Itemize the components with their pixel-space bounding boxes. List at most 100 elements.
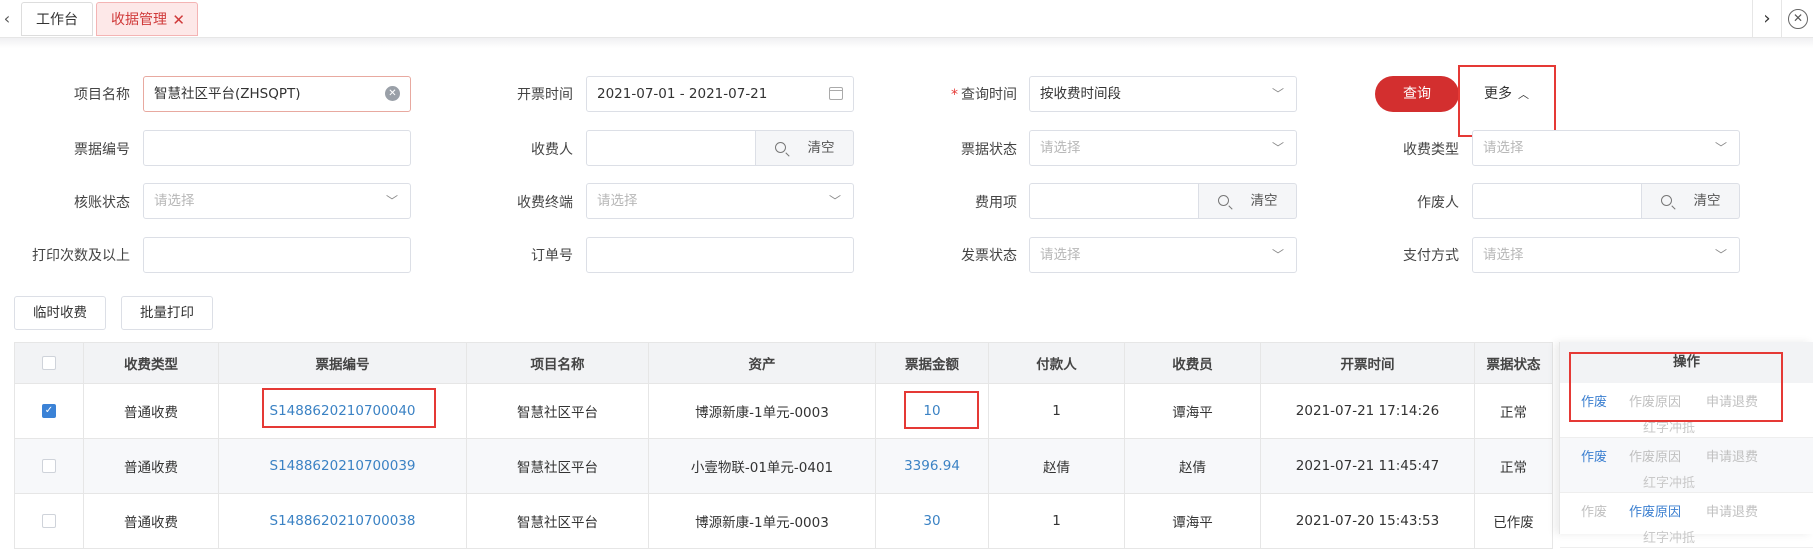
batch-print-button[interactable]: 批量打印 bbox=[121, 296, 213, 330]
cell-payer: 1 bbox=[988, 383, 1125, 439]
invoice-status-select[interactable]: 请选择 ﹀ bbox=[1029, 237, 1297, 273]
chevron-right-icon[interactable]: › bbox=[1752, 0, 1782, 38]
reconcile-select[interactable]: 请选择 ﹀ bbox=[143, 183, 411, 219]
row-select-cell[interactable] bbox=[14, 438, 84, 494]
void-link[interactable]: 作废 bbox=[1581, 446, 1607, 465]
highlight-box-amount bbox=[904, 391, 979, 429]
col-header: 收费员 bbox=[1124, 342, 1261, 384]
highlight-box-ops bbox=[1569, 352, 1783, 422]
tab-receipt-management[interactable]: 收据管理 ✕ bbox=[96, 2, 198, 36]
clear-label: 清空 bbox=[807, 140, 835, 156]
fee-item-input[interactable] bbox=[1029, 183, 1199, 219]
placeholder-text: 请选择 bbox=[1040, 247, 1081, 263]
tab-label: 收据管理 bbox=[111, 12, 167, 28]
cell-cashier: 赵倩 bbox=[1124, 438, 1261, 494]
chevron-left-icon[interactable]: ‹ bbox=[0, 8, 14, 30]
query-button[interactable]: 查询 bbox=[1375, 76, 1459, 112]
cell-status: 正常 bbox=[1474, 438, 1553, 494]
query-time-label: * 查询时间 bbox=[951, 87, 1017, 103]
select-all-cell[interactable] bbox=[14, 342, 84, 384]
highlight-box-receipt-no bbox=[262, 388, 436, 428]
print-count-label: 打印次数及以上 bbox=[32, 248, 130, 264]
table-header-row: 收费类型 票据编号 项目名称 资产 票据金额 付款人 收费员 开票时间 票据状态 bbox=[14, 342, 1553, 384]
receipt-no-link[interactable]: S1488620210700038 bbox=[218, 493, 467, 549]
void-reason-link: 作废原因 bbox=[1629, 450, 1682, 465]
cell-type: 普通收费 bbox=[83, 383, 219, 439]
query-time-value: 按收费时间段 bbox=[1040, 86, 1121, 102]
temp-charge-button[interactable]: 临时收费 bbox=[14, 296, 106, 330]
invoice-date-range[interactable]: 2021-07-01 - 2021-07-21 bbox=[586, 76, 854, 112]
col-header: 资产 bbox=[648, 342, 876, 384]
search-icon bbox=[1660, 195, 1672, 206]
close-circle-icon[interactable]: ✕ bbox=[1788, 9, 1808, 29]
search-icon bbox=[1217, 195, 1229, 206]
ops-row: 作废 作废原因 申请退费 红字冲抵 bbox=[1560, 438, 1813, 493]
invoice-time-label: 开票时间 bbox=[517, 87, 573, 103]
row-checkbox[interactable] bbox=[42, 514, 56, 528]
col-header: 项目名称 bbox=[466, 342, 649, 384]
query-time-select[interactable]: 按收费时间段 ﹀ bbox=[1029, 76, 1297, 112]
close-icon[interactable]: ✕ bbox=[172, 3, 185, 37]
receipt-no-input[interactable] bbox=[143, 130, 411, 166]
chevron-down-icon: ﹀ bbox=[385, 194, 398, 208]
row-checkbox[interactable] bbox=[42, 459, 56, 473]
order-no-label: 订单号 bbox=[531, 248, 573, 264]
pay-method-select[interactable]: 请选择 ﹀ bbox=[1472, 237, 1740, 273]
terminal-select[interactable]: 请选择 ﹀ bbox=[586, 183, 854, 219]
terminal-label: 收费终端 bbox=[517, 195, 573, 211]
voider-input[interactable] bbox=[1472, 183, 1642, 219]
placeholder-text: 请选择 bbox=[597, 193, 638, 209]
fee-type-select[interactable]: 请选择 ﹀ bbox=[1472, 130, 1740, 166]
fee-type-label: 收费类型 bbox=[1403, 142, 1459, 158]
select-all-checkbox[interactable] bbox=[42, 356, 56, 370]
red-offset-link: 红字冲抵 bbox=[1643, 476, 1696, 491]
amount-link[interactable]: 3396.94 bbox=[875, 438, 989, 494]
col-header: 付款人 bbox=[988, 342, 1125, 384]
col-header: 票据编号 bbox=[218, 342, 467, 384]
col-header: 开票时间 bbox=[1260, 342, 1475, 384]
chevron-down-icon: ﹀ bbox=[828, 194, 841, 208]
pay-method-label: 支付方式 bbox=[1403, 248, 1459, 264]
voider-search-button[interactable]: 清空 bbox=[1642, 183, 1740, 219]
cell-project: 智慧社区平台 bbox=[466, 493, 649, 549]
order-no-input[interactable] bbox=[586, 237, 854, 273]
cell-asset: 博源新康-1单元-0003 bbox=[648, 493, 876, 549]
row-select-cell[interactable] bbox=[14, 493, 84, 549]
col-header: 票据金额 bbox=[875, 342, 989, 384]
date-range-value: 2021-07-01 - 2021-07-21 bbox=[597, 86, 768, 102]
divider bbox=[0, 38, 1813, 48]
cell-asset: 博源新康-1单元-0003 bbox=[648, 383, 876, 439]
col-header: 收费类型 bbox=[83, 342, 219, 384]
clear-icon[interactable]: ✕ bbox=[385, 86, 400, 101]
print-count-input[interactable] bbox=[143, 237, 411, 273]
project-select[interactable]: 智慧社区平台(ZHSQPT) ✕ bbox=[143, 76, 411, 112]
tab-label: 工作台 bbox=[36, 12, 78, 28]
placeholder-text: 请选择 bbox=[1483, 140, 1524, 156]
placeholder-text: 请选择 bbox=[154, 193, 195, 209]
project-label: 项目名称 bbox=[74, 87, 130, 103]
refund-link: 申请退费 bbox=[1706, 450, 1759, 465]
tab-workbench[interactable]: 工作台 bbox=[21, 2, 93, 36]
payee-search-button[interactable]: 清空 bbox=[756, 130, 854, 166]
chevron-down-icon: ﹀ bbox=[1271, 141, 1284, 155]
payee-input[interactable] bbox=[586, 130, 756, 166]
receipts-table: 收费类型 票据编号 项目名称 资产 票据金额 付款人 收费员 开票时间 票据状态… bbox=[14, 342, 1553, 549]
receipt-no-link[interactable]: S1488620210700039 bbox=[218, 438, 467, 494]
void-reason-link[interactable]: 作废原因 bbox=[1629, 501, 1681, 520]
clear-label: 清空 bbox=[1250, 193, 1278, 209]
chevron-down-icon: ﹀ bbox=[1714, 141, 1727, 155]
tab-bar: ‹ 工作台 收据管理 ✕ › ✕ bbox=[0, 0, 1813, 38]
refund-link: 申请退费 bbox=[1706, 505, 1759, 520]
project-value: 智慧社区平台(ZHSQPT) bbox=[154, 86, 301, 102]
receipt-status-select[interactable]: 请选择 ﹀ bbox=[1029, 130, 1297, 166]
payee-label: 收费人 bbox=[531, 142, 573, 158]
fee-item-search-button[interactable]: 清空 bbox=[1199, 183, 1297, 219]
red-offset-link: 红字冲抵 bbox=[1643, 531, 1696, 546]
ops-row: 作废 作废原因 申请退费 红字冲抵 bbox=[1560, 493, 1813, 548]
amount-link[interactable]: 30 bbox=[875, 493, 989, 549]
row-select-cell[interactable]: ✓ bbox=[14, 383, 84, 439]
cell-project: 智慧社区平台 bbox=[466, 438, 649, 494]
row-checkbox-checked[interactable]: ✓ bbox=[42, 404, 56, 418]
cell-project: 智慧社区平台 bbox=[466, 383, 649, 439]
chevron-down-icon: ﹀ bbox=[1271, 248, 1284, 262]
